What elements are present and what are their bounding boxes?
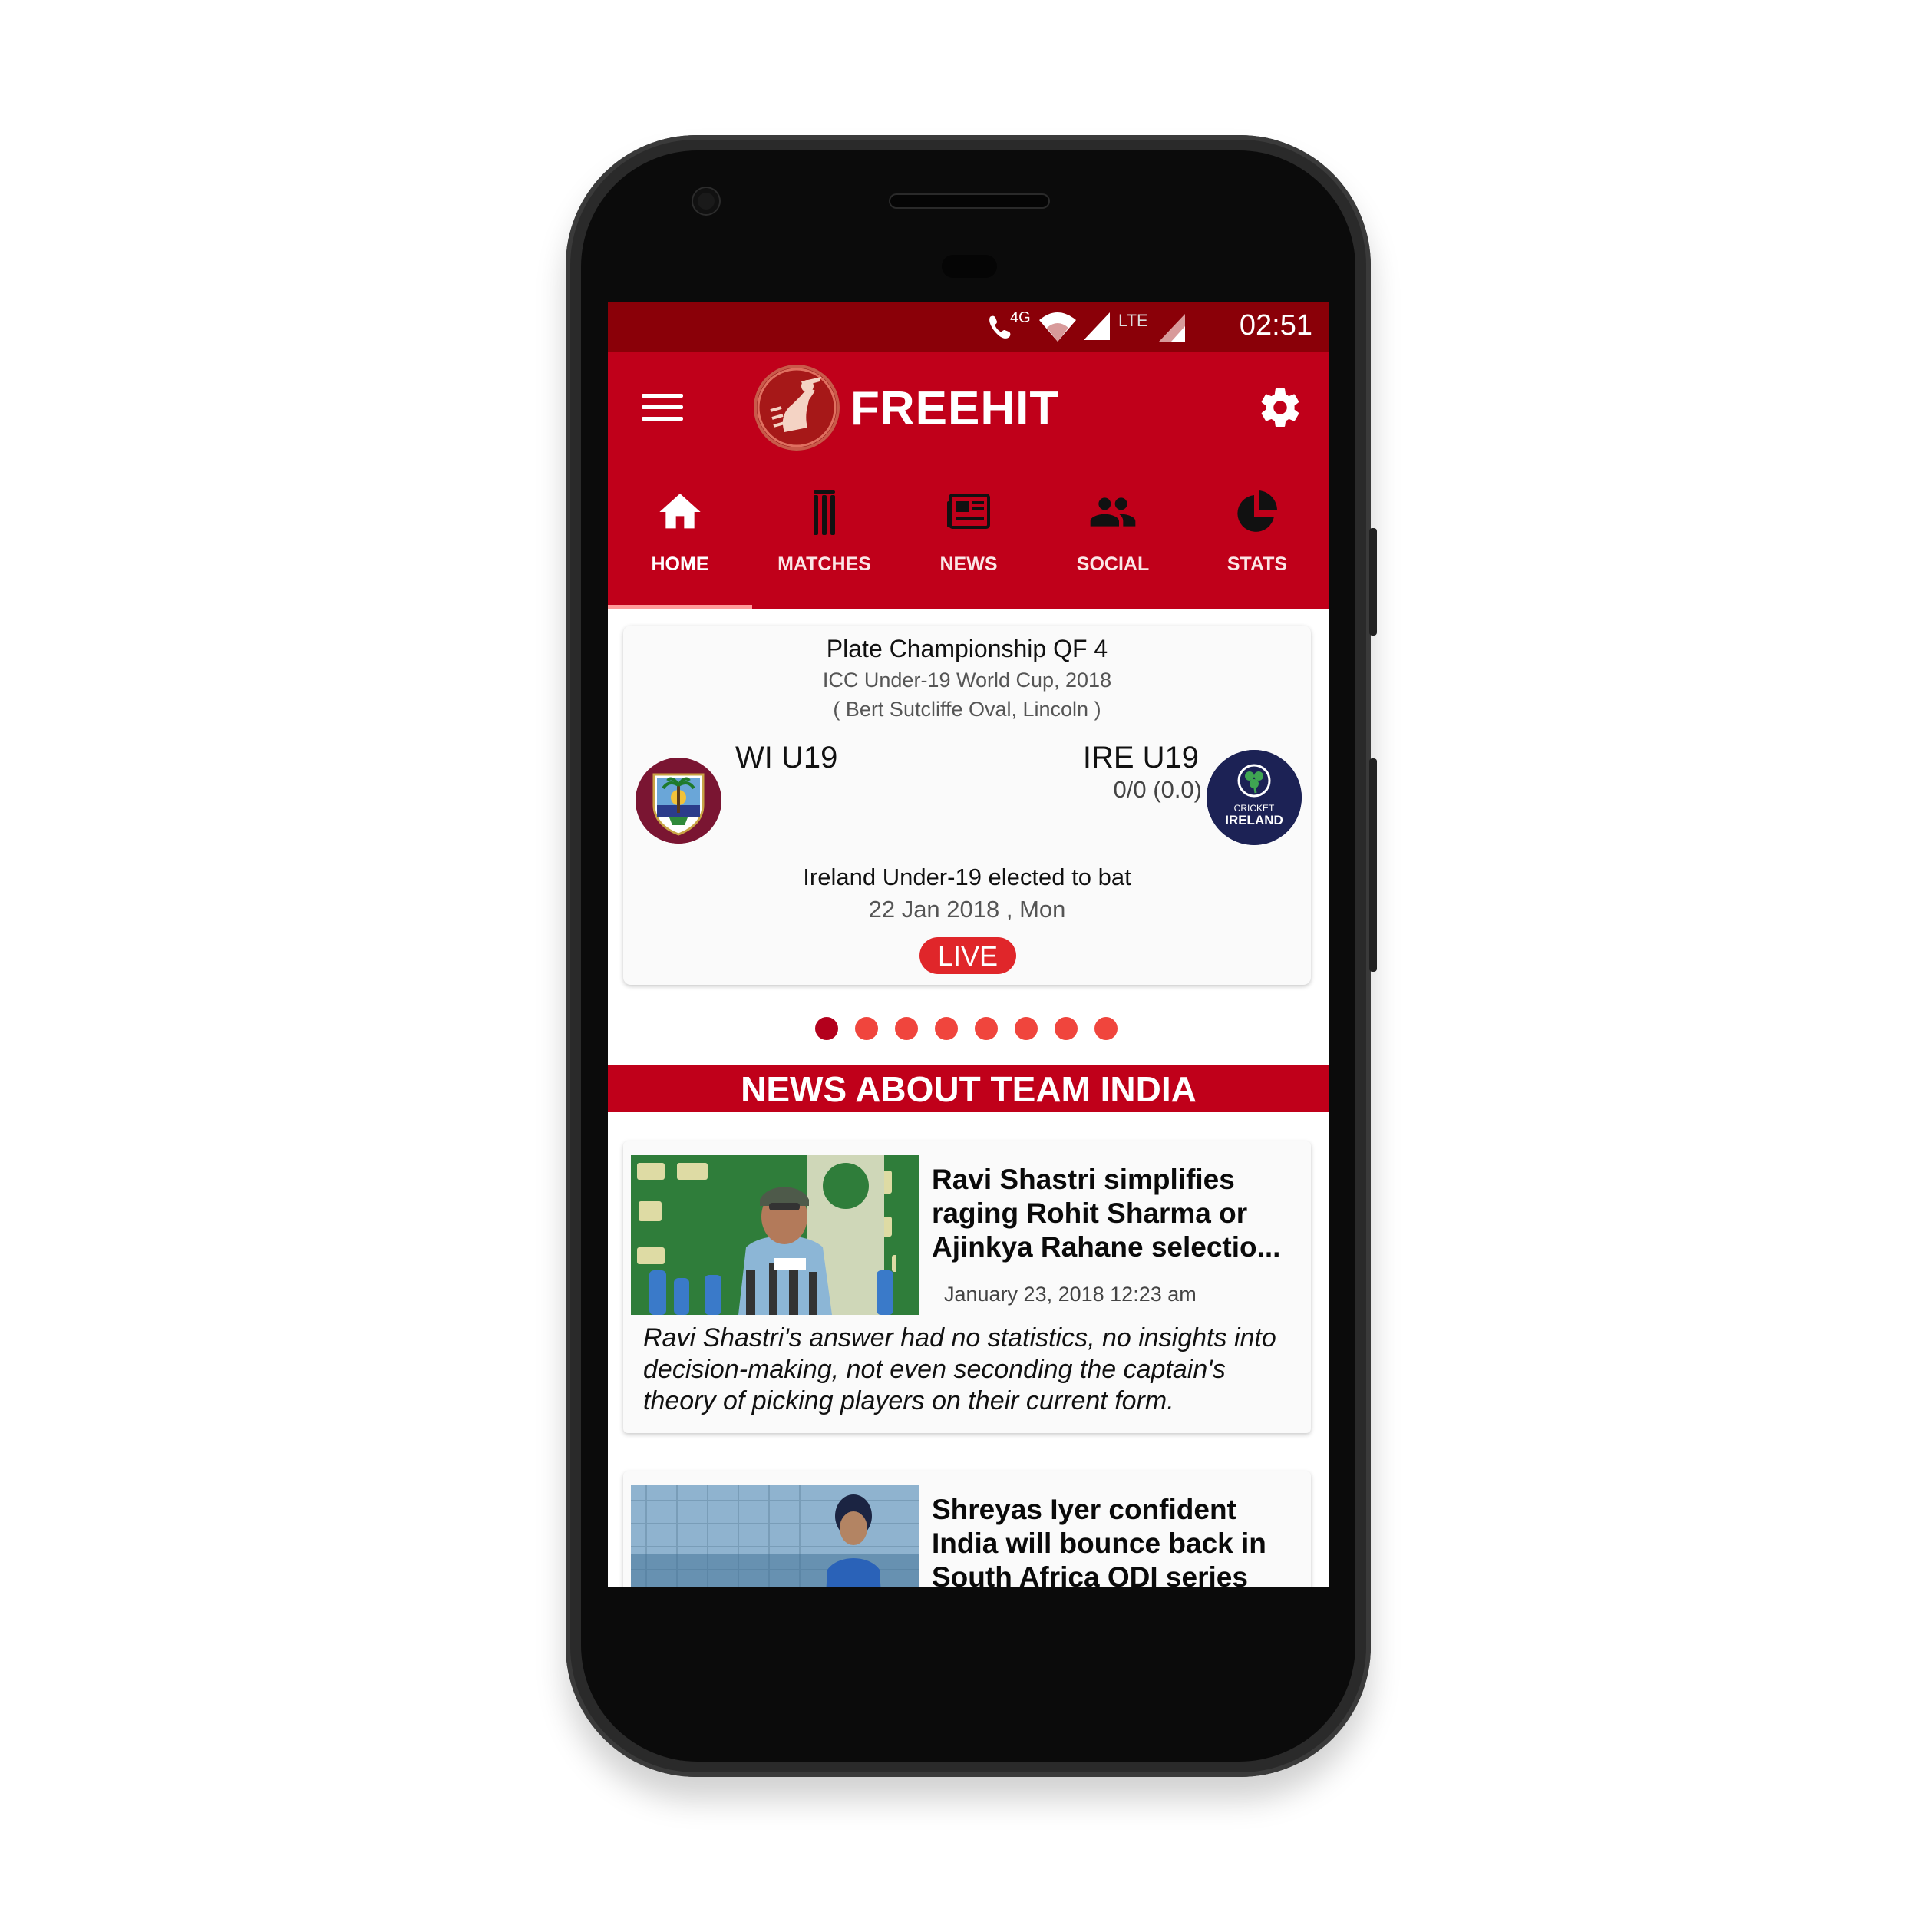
tab-label: MATCHES bbox=[777, 553, 871, 575]
carousel-dot[interactable] bbox=[1094, 1017, 1118, 1040]
power-button bbox=[1369, 528, 1377, 636]
app-bar: FREEHIT bbox=[608, 352, 1329, 463]
carousel-dot[interactable] bbox=[815, 1017, 838, 1040]
hamburger-icon bbox=[642, 394, 683, 398]
cricket-ireland-logo: CRICKET IRELAND bbox=[1207, 750, 1302, 845]
news-headline[interactable]: Ravi Shastri simplifies raging Rohit Sha… bbox=[932, 1163, 1300, 1264]
match-venue: ( Bert Sutcliffe Oval, Lincoln ) bbox=[833, 698, 1101, 721]
cricket-player-logo-icon bbox=[757, 368, 837, 447]
press-conference-image bbox=[631, 1155, 919, 1315]
tab-news[interactable]: NEWS bbox=[896, 463, 1041, 609]
live-badge[interactable]: LIVE bbox=[919, 937, 1016, 974]
tab-matches[interactable]: MATCHES bbox=[752, 463, 896, 609]
app-logo bbox=[754, 365, 840, 451]
signal-icon bbox=[1084, 312, 1110, 340]
news-date: January 23, 2018 12:23 am bbox=[944, 1283, 1197, 1306]
tab-label: HOME bbox=[651, 553, 709, 575]
news-card[interactable]: Ravi Shastri simplifies raging Rohit Sha… bbox=[623, 1141, 1311, 1433]
west-indies-logo bbox=[636, 758, 721, 844]
news-card[interactable]: Shreyas Iyer confident India will bounce… bbox=[623, 1471, 1311, 1587]
tab-stats[interactable]: STATS bbox=[1185, 463, 1329, 609]
settings-button[interactable] bbox=[1257, 385, 1303, 431]
carousel-dot[interactable] bbox=[1055, 1017, 1078, 1040]
volume-button bbox=[1369, 758, 1377, 972]
carousel-indicators bbox=[815, 1017, 1137, 1040]
status-icons: 4G LTE bbox=[984, 309, 1214, 345]
news-thumbnail bbox=[631, 1155, 919, 1315]
news-thumbnail bbox=[631, 1485, 919, 1587]
signal-2-icon bbox=[1159, 314, 1185, 342]
carousel-dot[interactable] bbox=[855, 1017, 878, 1040]
gear-icon bbox=[1261, 388, 1299, 428]
tab-bar: HOME MATCHES NEWS SOCIAL STATS bbox=[608, 463, 1329, 609]
west-indies-crest-icon bbox=[636, 758, 721, 844]
app-title: FREEHIT bbox=[850, 382, 1060, 435]
front-camera bbox=[693, 188, 719, 214]
toss-result: Ireland Under-19 elected to bat bbox=[803, 864, 1131, 890]
hamburger-line bbox=[642, 417, 683, 421]
carousel-dot[interactable] bbox=[975, 1017, 998, 1040]
wifi-icon bbox=[1039, 312, 1076, 342]
stumps-icon bbox=[814, 490, 835, 535]
tab-label: NEWS bbox=[939, 553, 998, 575]
match-card[interactable]: Plate Championship QF 4 ICC Under-19 Wor… bbox=[623, 626, 1311, 985]
match-date: 22 Jan 2018 , Mon bbox=[868, 896, 1066, 923]
carousel-dot[interactable] bbox=[935, 1017, 958, 1040]
people-icon bbox=[1090, 497, 1136, 527]
team-right-score: 0/0 (0.0) bbox=[1113, 776, 1202, 803]
call-network-label: 4G bbox=[1010, 309, 1031, 326]
proximity-sensor bbox=[942, 255, 997, 278]
match-series: ICC Under-19 World Cup, 2018 bbox=[822, 669, 1112, 692]
home-icon bbox=[659, 494, 701, 529]
menu-button[interactable] bbox=[642, 389, 683, 423]
carousel-dot[interactable] bbox=[895, 1017, 918, 1040]
app-screen: 4G LTE 02:51 FREEHIT HOME MATCHES NEWS S… bbox=[608, 302, 1329, 1587]
logo-text-top: CRICKET bbox=[1234, 803, 1275, 814]
news-summary: Ravi Shastri's answer had no statistics,… bbox=[643, 1323, 1276, 1415]
hamburger-line bbox=[642, 405, 683, 409]
tab-label: SOCIAL bbox=[1076, 553, 1150, 575]
tab-home[interactable]: HOME bbox=[608, 463, 752, 609]
logo-text-bottom: IRELAND bbox=[1225, 813, 1283, 827]
earpiece-speaker bbox=[890, 195, 1048, 207]
team-right-name: IRE U19 bbox=[1082, 741, 1199, 774]
carousel-dot[interactable] bbox=[1015, 1017, 1038, 1040]
cricket-practice-image bbox=[631, 1485, 919, 1587]
news-section-title: NEWS ABOUT TEAM INDIA bbox=[608, 1065, 1329, 1112]
tab-social[interactable]: SOCIAL bbox=[1041, 463, 1185, 609]
status-bar: 4G LTE 02:51 bbox=[608, 302, 1329, 352]
lte-label: LTE bbox=[1118, 311, 1148, 330]
match-title: Plate Championship QF 4 bbox=[826, 635, 1108, 662]
news-headline[interactable]: Shreyas Iyer confident India will bounce… bbox=[932, 1493, 1300, 1587]
tab-label: STATS bbox=[1226, 553, 1288, 575]
shamrock-icon: CRICKET IRELAND bbox=[1207, 750, 1302, 845]
status-time: 02:51 bbox=[1239, 309, 1312, 342]
newspaper-icon bbox=[947, 494, 990, 529]
team-left-name: WI U19 bbox=[735, 741, 838, 774]
pie-chart-icon bbox=[1237, 490, 1278, 532]
